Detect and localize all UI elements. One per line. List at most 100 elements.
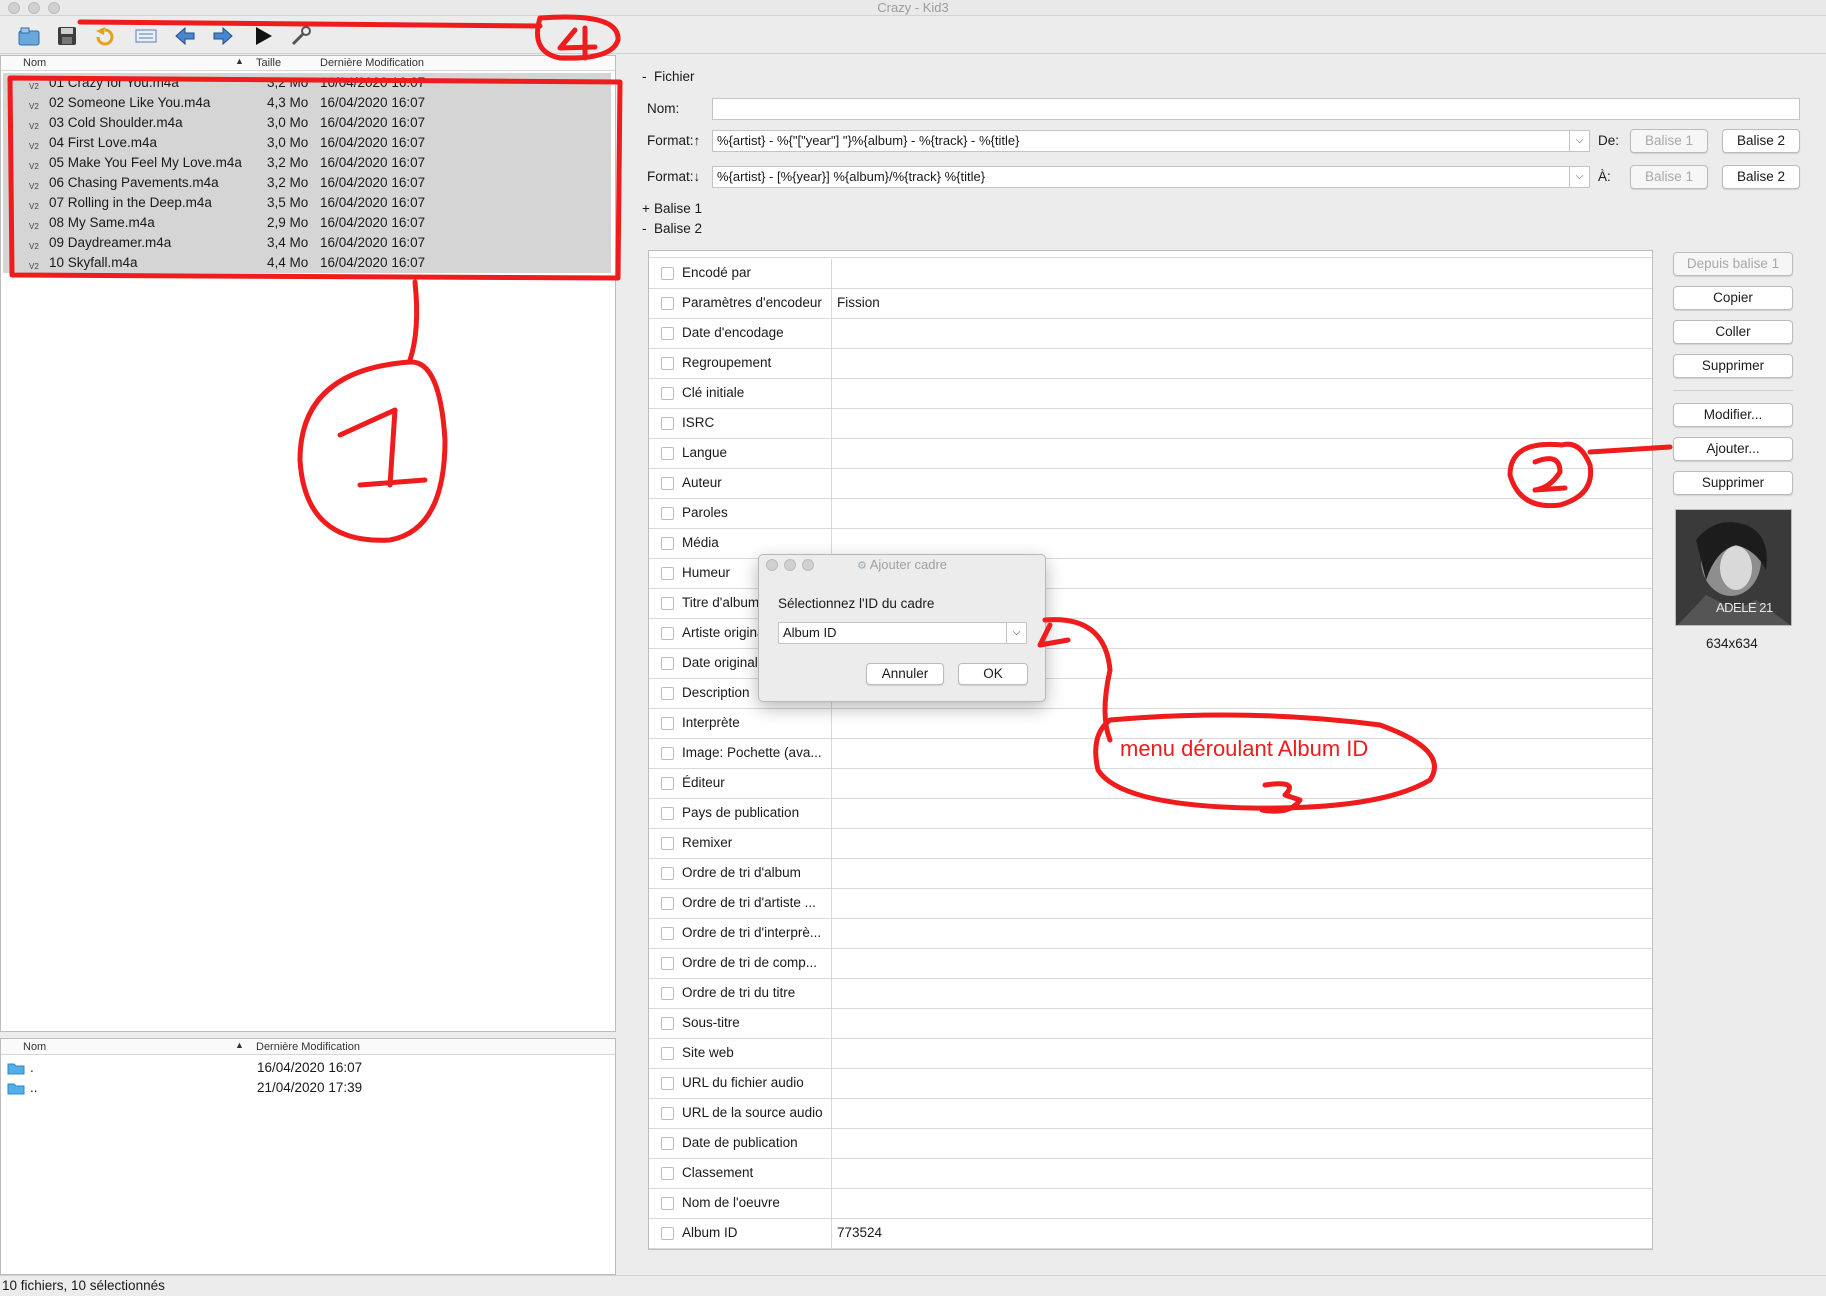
- tag-row[interactable]: Date d'encodage: [649, 319, 1652, 349]
- close-window-button[interactable]: [8, 2, 20, 14]
- tag-row[interactable]: Image: Pochette (ava...: [649, 739, 1652, 769]
- zoom-window-button[interactable]: [48, 2, 60, 14]
- tag-checkbox[interactable]: [661, 327, 674, 340]
- tag-value[interactable]: Fission: [837, 295, 880, 310]
- filename-from-tag2-button[interactable]: Balise 2: [1722, 129, 1800, 153]
- tag-checkbox[interactable]: [661, 627, 674, 640]
- tag-row[interactable]: Ordre de tri d'artiste ...: [649, 889, 1652, 919]
- tag-row[interactable]: Regroupement: [649, 349, 1652, 379]
- next-file-icon[interactable]: [210, 23, 236, 49]
- edit-frame-button[interactable]: Modifier...: [1673, 403, 1793, 427]
- filename-from-tag1-button[interactable]: Balise 1: [1630, 129, 1708, 153]
- tag-checkbox[interactable]: [661, 1077, 674, 1090]
- tag-row[interactable]: Pays de publication: [649, 799, 1652, 829]
- table-row[interactable]: V2 01 Crazy for You.m4a 3,2 Mo 16/04/2020 1…: [23, 73, 615, 93]
- tag-checkbox[interactable]: [661, 957, 674, 970]
- chevron-down-icon[interactable]: ⌵: [1006, 623, 1026, 643]
- tag-checkbox[interactable]: [661, 1227, 674, 1240]
- tag-checkbox[interactable]: [661, 717, 674, 730]
- tag-checkbox[interactable]: [661, 1197, 674, 1210]
- cancel-button[interactable]: Annuler: [866, 663, 944, 685]
- tag-checkbox[interactable]: [661, 447, 674, 460]
- add-frame-button[interactable]: Ajouter...: [1673, 437, 1793, 461]
- tag-row[interactable]: Album ID 773524: [649, 1219, 1652, 1249]
- table-row[interactable]: V2 04 First Love.m4a 3,0 Mo 16/04/2020 16:0…: [23, 133, 615, 153]
- tag-checkbox[interactable]: [661, 477, 674, 490]
- tag-checkbox[interactable]: [661, 1107, 674, 1120]
- minimize-window-button[interactable]: [28, 2, 40, 14]
- table-row[interactable]: V2 05 Make You Feel My Love.m4a 3,2 Mo 16/0…: [23, 153, 615, 173]
- table-row[interactable]: V2 03 Cold Shoulder.m4a 3,0 Mo 16/04/2020 1…: [23, 113, 615, 133]
- format-from-filename-combo[interactable]: %{artist} - %{"["year"] "}%{album} - %{t…: [712, 130, 1590, 152]
- tag-checkbox[interactable]: [661, 297, 674, 310]
- tag-value[interactable]: 773524: [837, 1225, 882, 1240]
- tag-row[interactable]: Ordre de tri d'album: [649, 859, 1652, 889]
- from-tag1-button[interactable]: Depuis balise 1: [1673, 252, 1793, 276]
- filename-to-tag2-button[interactable]: Balise 2: [1722, 165, 1800, 189]
- collapse-file-section-icon[interactable]: -: [642, 69, 647, 84]
- tag-checkbox[interactable]: [661, 1167, 674, 1180]
- column-modified[interactable]: Dernière Modification: [256, 1041, 360, 1053]
- tag-row[interactable]: Paramètres d'encodeur Fission: [649, 289, 1652, 319]
- tag-row[interactable]: Éditeur: [649, 769, 1652, 799]
- splitter-handle[interactable]: [616, 55, 622, 1275]
- playlist-icon[interactable]: [133, 23, 159, 49]
- tag-checkbox[interactable]: [661, 687, 674, 700]
- table-row[interactable]: V2 09 Daydreamer.m4a 3,4 Mo 16/04/2020 16:0…: [23, 233, 615, 253]
- format-to-filename-combo[interactable]: %{artist} - [%{year}] %{album}/%{track} …: [712, 166, 1590, 188]
- tag-row[interactable]: Ordre de tri de comp...: [649, 949, 1652, 979]
- column-modified[interactable]: Dernière Modification: [320, 57, 424, 69]
- tag-row[interactable]: URL du fichier audio: [649, 1069, 1652, 1099]
- ok-button[interactable]: OK: [958, 663, 1028, 685]
- tag-checkbox[interactable]: [661, 987, 674, 1000]
- table-row[interactable]: V2 06 Chasing Pavements.m4a 3,2 Mo 16/04/20…: [23, 173, 615, 193]
- play-icon[interactable]: [250, 23, 276, 49]
- chevron-down-icon[interactable]: ⌵: [1569, 131, 1589, 151]
- collapse-tag2-icon[interactable]: -: [642, 221, 647, 236]
- tag-row[interactable]: Ordre de tri du titre: [649, 979, 1652, 1009]
- tag-checkbox[interactable]: [661, 807, 674, 820]
- save-icon[interactable]: [54, 23, 80, 49]
- chevron-down-icon[interactable]: ⌵: [1569, 167, 1589, 187]
- tag-row[interactable]: Date de publication: [649, 1129, 1652, 1159]
- table-row[interactable]: V2 02 Someone Like You.m4a 4,3 Mo 16/04/202…: [23, 93, 615, 113]
- expand-tag1-icon[interactable]: +: [642, 201, 650, 216]
- previous-file-icon[interactable]: [172, 23, 198, 49]
- tag-checkbox[interactable]: [661, 507, 674, 520]
- tag-checkbox[interactable]: [661, 897, 674, 910]
- tag-row[interactable]: Ordre de tri d'interprè...: [649, 919, 1652, 949]
- filename-to-tag1-button[interactable]: Balise 1: [1630, 165, 1708, 189]
- table-row[interactable]: V2 07 Rolling in the Deep.m4a 3,5 Mo 16/04/…: [23, 193, 615, 213]
- tag-row[interactable]: Auteur: [649, 469, 1652, 499]
- table-row[interactable]: V2 08 My Same.m4a 2,9 Mo 16/04/2020 16:07: [23, 213, 615, 233]
- tag2-section-title[interactable]: Balise 2: [654, 221, 702, 236]
- column-name[interactable]: Nom: [23, 1041, 46, 1053]
- tag-checkbox[interactable]: [661, 657, 674, 670]
- tag-checkbox[interactable]: [661, 357, 674, 370]
- tag-row[interactable]: Nom de l'oeuvre: [649, 1189, 1652, 1219]
- tag-checkbox[interactable]: [661, 567, 674, 580]
- filename-input[interactable]: [712, 98, 1800, 120]
- tag-checkbox[interactable]: [661, 1017, 674, 1030]
- tag-checkbox[interactable]: [661, 777, 674, 790]
- copy-button[interactable]: Copier: [1673, 286, 1793, 310]
- remove-button[interactable]: Supprimer: [1673, 354, 1793, 378]
- tag-row[interactable]: Clé initiale: [649, 379, 1652, 409]
- tag-checkbox[interactable]: [661, 537, 674, 550]
- delete-frame-button[interactable]: Supprimer: [1673, 471, 1793, 495]
- tag-checkbox[interactable]: [661, 747, 674, 760]
- tag-checkbox[interactable]: [661, 867, 674, 880]
- tag-row[interactable]: Encodé par: [649, 259, 1652, 289]
- tag-checkbox[interactable]: [661, 597, 674, 610]
- tag-checkbox[interactable]: [661, 267, 674, 280]
- tag-checkbox[interactable]: [661, 387, 674, 400]
- list-item[interactable]: . 16/04/2020 16:07: [3, 1058, 613, 1078]
- tag-row[interactable]: ISRC: [649, 409, 1652, 439]
- cover-art[interactable]: ADELE 21: [1675, 509, 1792, 626]
- tag-row[interactable]: URL de la source audio: [649, 1099, 1652, 1129]
- tag-row[interactable]: Interprète: [649, 709, 1652, 739]
- frame-id-select[interactable]: Album ID ⌵: [778, 622, 1027, 644]
- tag-checkbox[interactable]: [661, 1047, 674, 1060]
- tag-row[interactable]: Sous-titre: [649, 1009, 1652, 1039]
- paste-button[interactable]: Coller: [1673, 320, 1793, 344]
